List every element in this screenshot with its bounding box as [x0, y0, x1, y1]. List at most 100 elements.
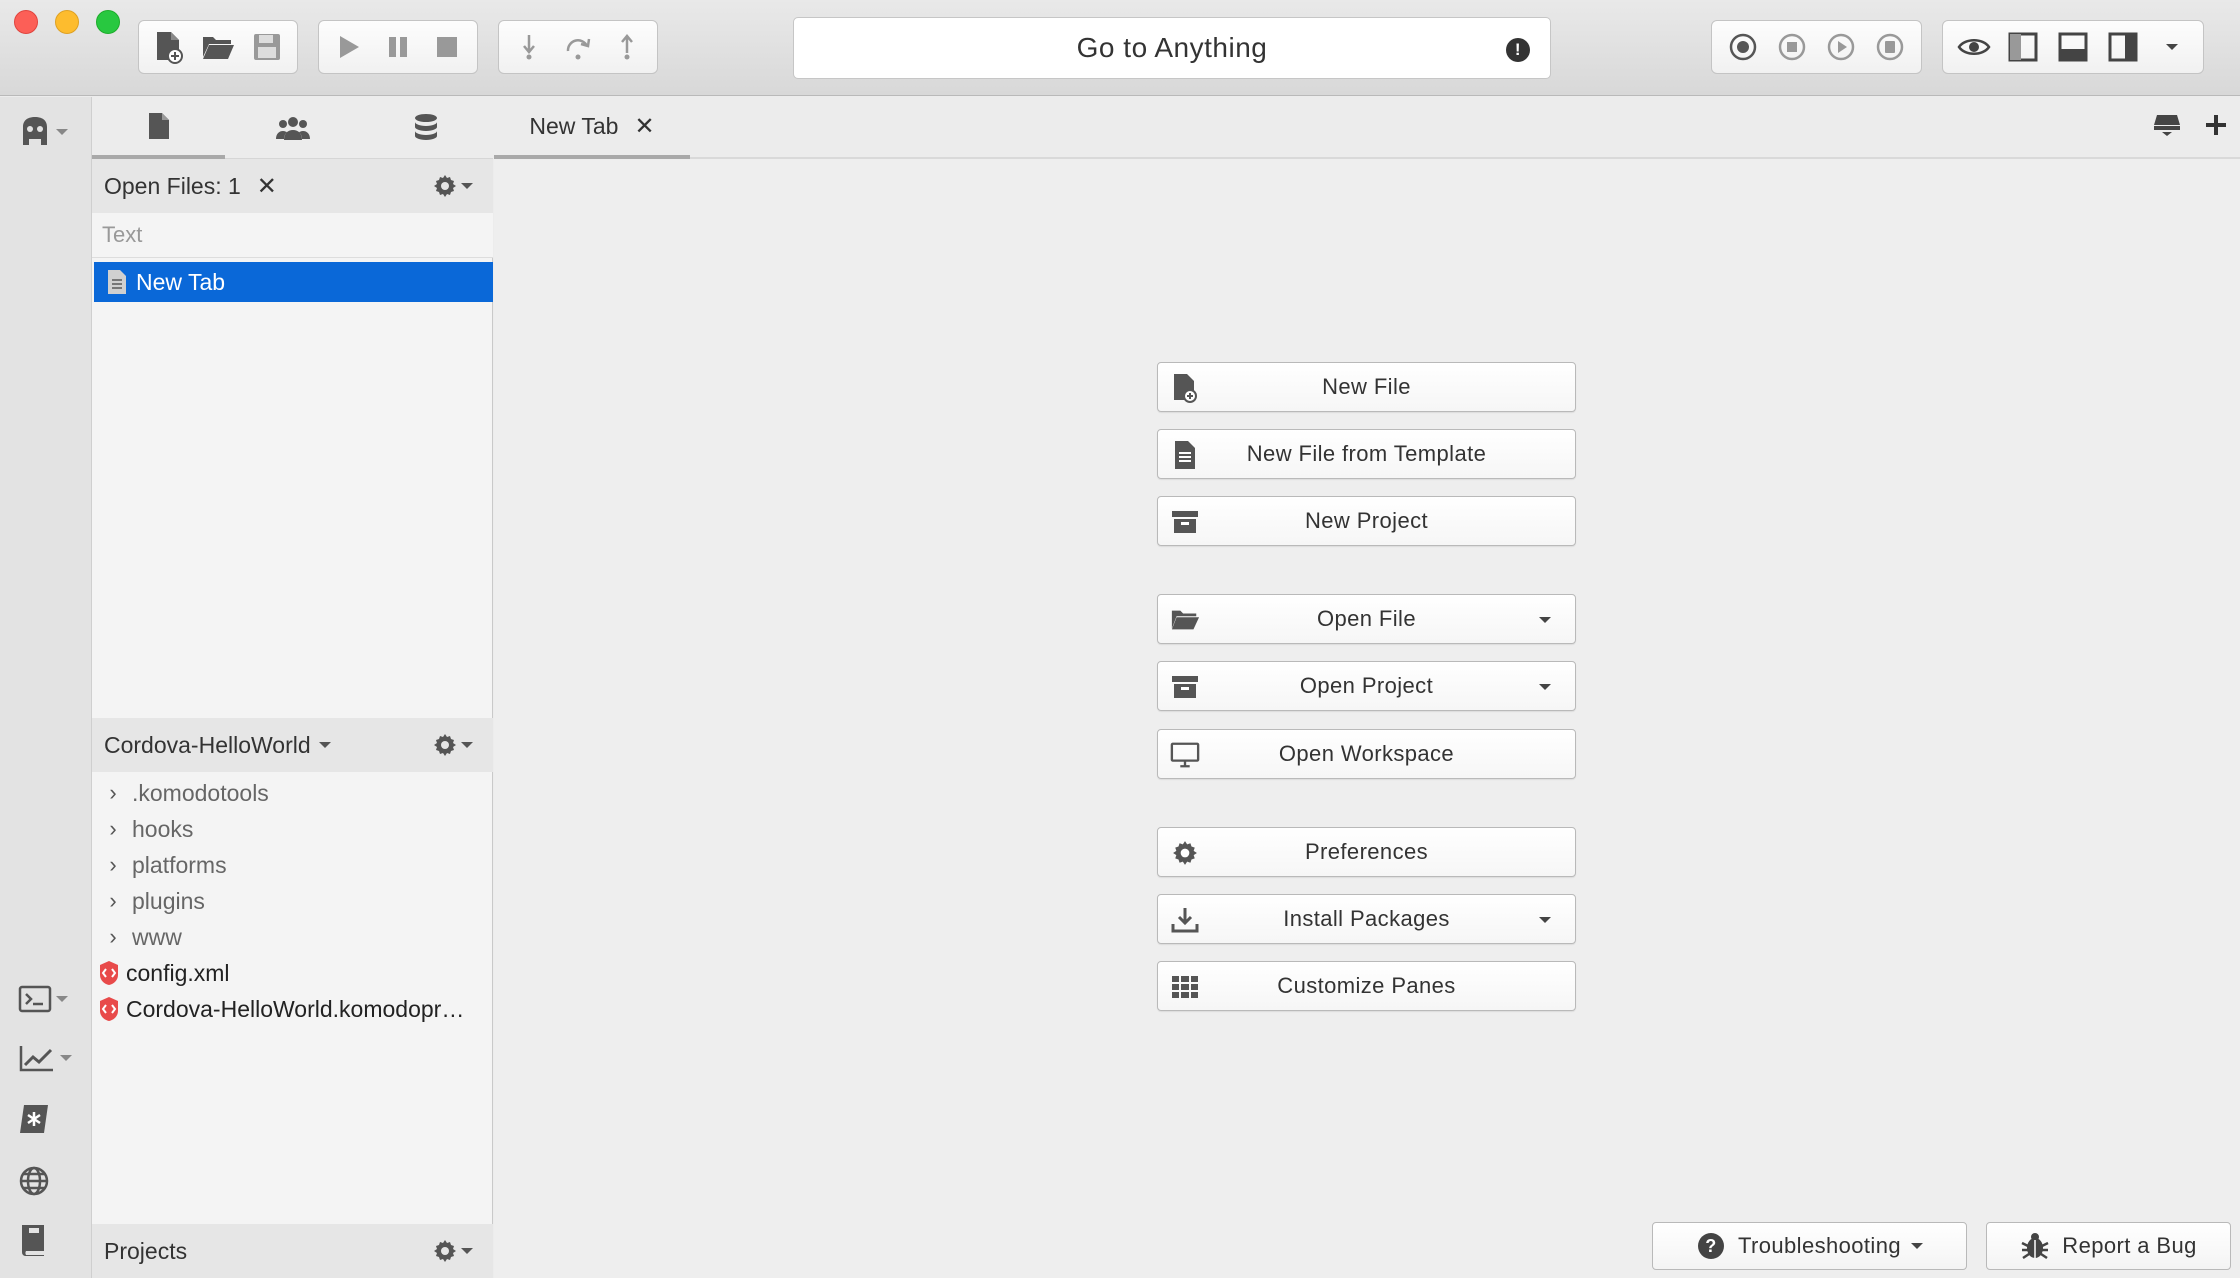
pause-button[interactable]: [376, 25, 420, 69]
stop-icon: [436, 37, 457, 57]
stop-button[interactable]: [425, 25, 469, 69]
project-settings-button[interactable]: [433, 733, 473, 757]
tab-new-tab[interactable]: New Tab ✕: [494, 97, 690, 159]
open-project-button[interactable]: Open Project: [1157, 661, 1576, 711]
step-out-icon: [620, 34, 633, 60]
stop-macro-button[interactable]: [1770, 25, 1814, 69]
save-macro-icon: [1877, 33, 1904, 61]
http-inspector-button[interactable]: [18, 1165, 50, 1197]
filter-placeholder: Text: [102, 222, 143, 247]
regex-toolkit-button[interactable]: [18, 1103, 50, 1135]
tab-label: New Tab: [529, 112, 619, 139]
file-icon: [148, 113, 169, 139]
tree-folder[interactable]: › plugins: [92, 883, 493, 919]
notification-icon[interactable]: !: [1506, 38, 1530, 62]
statistics-button[interactable]: [18, 1043, 72, 1073]
tab-collaboration[interactable]: [226, 97, 359, 159]
tab-database[interactable]: [359, 97, 492, 159]
open-file-item[interactable]: New Tab: [94, 262, 493, 302]
project-name-dropdown[interactable]: Cordova-HelloWorld: [104, 732, 331, 759]
bug-icon: [2021, 1233, 2049, 1260]
toggle-left-pane-button[interactable]: [2001, 25, 2045, 69]
run-button[interactable]: [327, 25, 371, 69]
view-options-dropdown[interactable]: [2150, 25, 2194, 69]
projects-label: Projects: [104, 1237, 188, 1264]
tree-file[interactable]: config.xml: [92, 955, 493, 991]
focus-mode-button[interactable]: [1952, 25, 1996, 69]
troubleshooting-button[interactable]: ? Troubleshooting: [1652, 1222, 1967, 1270]
chevron-right-icon[interactable]: ›: [104, 924, 122, 950]
open-files-filter-input[interactable]: Text: [92, 213, 493, 258]
download-icon: [1171, 908, 1199, 933]
tree-folder[interactable]: › hooks: [92, 811, 493, 847]
record-macro-button[interactable]: [1721, 25, 1765, 69]
step-in-button[interactable]: [507, 25, 551, 69]
minimize-window-button[interactable]: [55, 10, 79, 34]
chevron-right-icon[interactable]: ›: [104, 888, 122, 914]
left-pane-icon: [2008, 32, 2038, 62]
regex-icon: [20, 1105, 48, 1133]
report-bug-button[interactable]: Report a Bug: [1986, 1222, 2231, 1270]
troubleshooting-label: Troubleshooting: [1738, 1233, 1901, 1258]
tree-file[interactable]: Cordova-HelloWorld.komodopr…: [92, 991, 493, 1027]
chevron-right-icon[interactable]: ›: [104, 852, 122, 878]
save-macro-button[interactable]: [1868, 25, 1912, 69]
customize-panes-button[interactable]: Customize Panes: [1157, 961, 1576, 1011]
book-icon: [21, 1225, 44, 1256]
tree-folder[interactable]: › www: [92, 919, 493, 955]
new-file-icon: [1174, 374, 1197, 403]
close-all-files-icon[interactable]: ✕: [257, 172, 277, 201]
tree-folder[interactable]: › platforms: [92, 847, 493, 883]
terminal-button[interactable]: [18, 985, 68, 1013]
record-icon: [1729, 33, 1756, 61]
play-icon: [340, 36, 360, 58]
tree-item-label: .komodotools: [132, 779, 269, 806]
open-workspace-button[interactable]: Open Workspace: [1157, 729, 1576, 779]
project-header: Cordova-HelloWorld: [92, 718, 493, 772]
chevron-down-icon[interactable]: [1539, 917, 1551, 923]
tab-list-icon[interactable]: [2152, 113, 2182, 137]
open-file-button[interactable]: [196, 25, 240, 69]
chevron-down-icon[interactable]: [1539, 617, 1551, 623]
komodo-menu-button[interactable]: [18, 115, 68, 149]
new-file-from-template-button[interactable]: New File from Template: [1157, 429, 1576, 479]
projects-footer: Projects: [92, 1224, 493, 1278]
start-button-label: New Project: [1305, 508, 1428, 533]
open-files-settings-button[interactable]: [433, 174, 473, 198]
go-to-anything-label: Go to Anything: [1076, 32, 1268, 63]
chevron-down-icon[interactable]: [1539, 684, 1551, 690]
tree-item-label: hooks: [132, 815, 194, 842]
template-icon: [1175, 441, 1195, 469]
tab-places[interactable]: [92, 97, 225, 159]
toggle-bottom-pane-button[interactable]: [2051, 25, 2095, 69]
new-file-start-button[interactable]: New File: [1157, 362, 1576, 412]
new-file-button[interactable]: [147, 25, 191, 69]
play-macro-button[interactable]: [1819, 25, 1863, 69]
bottom-pane-icon: [2058, 32, 2088, 62]
add-tab-icon[interactable]: [2204, 113, 2228, 137]
step-over-button[interactable]: [556, 25, 600, 69]
preferences-button[interactable]: Preferences: [1157, 827, 1576, 877]
report-bug-label: Report a Bug: [2062, 1233, 2197, 1258]
go-to-anything-field[interactable]: Go to Anything !: [793, 17, 1551, 79]
close-window-button[interactable]: [14, 10, 38, 34]
step-toolbar-group: [498, 20, 658, 74]
open-file-button-start[interactable]: Open File: [1157, 594, 1576, 644]
zoom-window-button[interactable]: [96, 10, 120, 34]
grid-icon: [1172, 976, 1198, 998]
start-button-label: New File: [1322, 374, 1411, 399]
debug-toolbar-group: [318, 20, 478, 74]
toggle-right-pane-button[interactable]: [2101, 25, 2145, 69]
step-out-button[interactable]: [605, 25, 649, 69]
projects-settings-button[interactable]: [433, 1239, 473, 1263]
new-project-button[interactable]: New Project: [1157, 496, 1576, 546]
chevron-right-icon[interactable]: ›: [104, 816, 122, 842]
chevron-right-icon[interactable]: ›: [104, 780, 122, 806]
start-button-label: Open File: [1317, 606, 1416, 631]
close-tab-icon[interactable]: ✕: [634, 112, 654, 141]
tree-folder[interactable]: › .komodotools: [92, 775, 493, 811]
save-button[interactable]: [245, 25, 289, 69]
side-icon-strip: [0, 97, 92, 1278]
install-packages-button[interactable]: Install Packages: [1157, 894, 1576, 944]
docs-button[interactable]: [18, 1223, 48, 1257]
